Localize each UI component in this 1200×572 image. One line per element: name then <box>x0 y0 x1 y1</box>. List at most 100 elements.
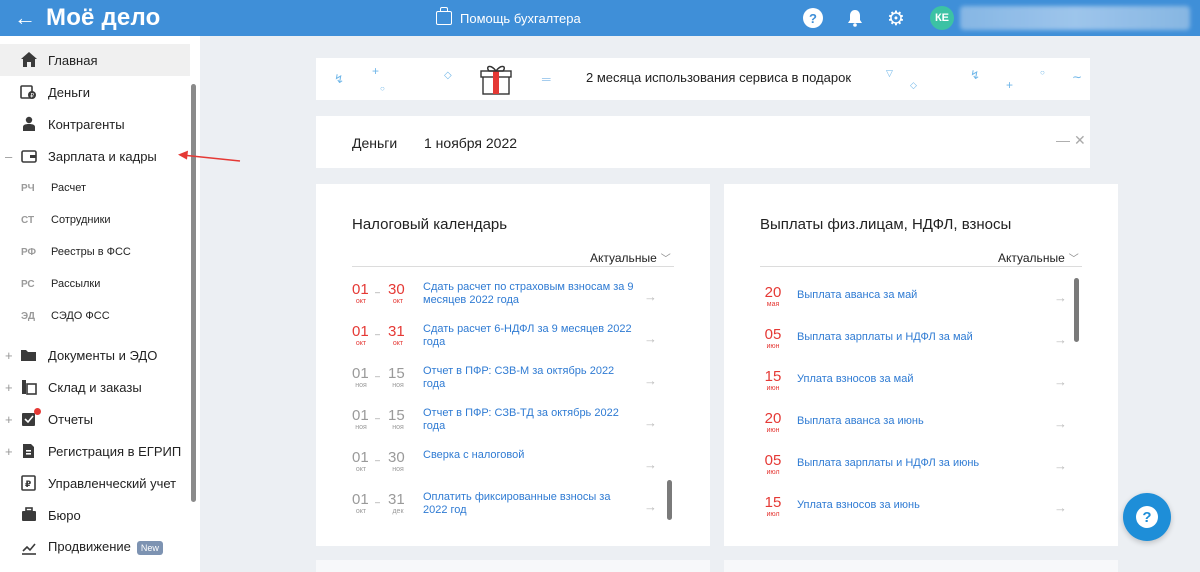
sidebar-subitem-fss-registers[interactable]: РФ Реестры в ФСС <box>0 236 190 268</box>
payment-month: июл <box>766 511 780 518</box>
calendar-scrollbar[interactable] <box>667 480 672 520</box>
user-name-blurred[interactable] <box>960 6 1190 30</box>
tax-calendar-row[interactable]: 01 окт –30 окт Сдать расчет по страховым взн… <box>352 281 682 323</box>
payment-link[interactable]: Выплата зарплаты и НДФЛ за июнь <box>797 457 1047 470</box>
sidebar-item-bureau[interactable]: Бюро <box>0 499 190 531</box>
minimize-icon[interactable]: — <box>1056 132 1070 148</box>
payment-day: 15 <box>764 368 782 385</box>
expand-toggle[interactable]: + <box>5 444 13 459</box>
sidebar-item-label: Бюро <box>48 507 81 523</box>
from-day: 01 <box>352 491 369 508</box>
arrow-left-icon[interactable]: ← <box>14 4 36 32</box>
help-fab-button[interactable]: ? <box>1123 493 1171 541</box>
payment-row[interactable]: 15 июн Уплата взносов за май → <box>760 368 1090 410</box>
next-widget-partial <box>316 560 710 572</box>
arrow-right-icon[interactable]: → <box>1054 374 1067 389</box>
arrow-right-icon[interactable]: → <box>644 331 657 346</box>
payment-row[interactable]: 05 июн Выплата зарплаты и НДФЛ за май → <box>760 326 1090 368</box>
sidebar-item-reports[interactable]: + Отчеты <box>0 403 190 435</box>
sidebar-item-salary[interactable]: – Зарплата и кадры <box>0 140 190 172</box>
payment-link[interactable]: Уплата взносов за июнь <box>797 499 1047 512</box>
chevron-down-icon: ﹀ <box>660 254 671 265</box>
expand-toggle[interactable]: + <box>5 348 13 363</box>
to-month: ноя <box>392 466 404 473</box>
money-title: Деньги <box>352 135 398 151</box>
tax-task-link[interactable]: Оплатить фиксированные взносы за 2022 го… <box>423 491 637 517</box>
sidebar-item-registration[interactable]: + Регистрация в ЕГРИП <box>0 435 190 467</box>
arrow-right-icon[interactable]: → <box>644 415 657 430</box>
sidebar-item-documents[interactable]: + Документы и ЭДО <box>0 339 190 371</box>
payment-month: июл <box>766 469 780 476</box>
promo-banner[interactable]: ↯ + ○ ◇ ═ 2 месяца использования сервиса… <box>316 58 1090 100</box>
payment-link[interactable]: Уплата взносов за май <box>797 373 1047 386</box>
sidebar-item-management-accounting[interactable]: ₽ Управленческий учет <box>0 467 190 499</box>
decor-lines-icon: ═ <box>542 72 551 86</box>
sidebar-subitem-sedo[interactable]: ЭД СЭДО ФСС <box>0 300 190 332</box>
sidebar-item-contractors[interactable]: Контрагенты <box>0 108 190 140</box>
registration-icon <box>20 442 37 459</box>
tax-task-link[interactable]: Отчет в ПФР: СЗВ-М за октябрь 2022 года <box>423 365 637 391</box>
avatar[interactable]: КЕ <box>930 6 954 30</box>
date-range: 01 окт –30 ноя <box>352 449 412 485</box>
tax-calendar-row[interactable]: 01 окт –31 окт Сдать расчет 6-НДФЛ за 9 меся… <box>352 323 682 365</box>
expand-toggle[interactable]: + <box>5 412 13 427</box>
payment-row[interactable]: 20 мая Выплата аванса за май → <box>760 284 1090 326</box>
payment-row[interactable]: 05 июл Выплата зарплаты и НДФЛ за июнь → <box>760 452 1090 494</box>
sidebar-item-home[interactable]: Главная <box>0 44 190 76</box>
sidebar-item-promotion[interactable]: Продвижение New <box>0 531 190 563</box>
subitem-abbr: ЭД <box>21 310 35 322</box>
arrow-right-icon[interactable]: → <box>644 499 657 514</box>
arrow-right-icon[interactable]: → <box>1054 416 1067 431</box>
collapse-toggle[interactable]: – <box>5 149 13 164</box>
payments-filter[interactable]: Актуальные ﹀ <box>998 250 1079 265</box>
contractors-icon <box>20 115 37 132</box>
tax-calendar-row[interactable]: 01 ноя –15 ноя Отчет в ПФР: СЗВ-ТД за октябр… <box>352 407 682 449</box>
payment-link[interactable]: Выплата аванса за май <box>797 289 1047 302</box>
question-icon[interactable]: ? <box>803 8 823 28</box>
new-badge: New <box>136 540 163 555</box>
arrow-right-icon[interactable]: → <box>1054 290 1067 305</box>
payment-day: 05 <box>764 452 782 469</box>
arrow-right-icon[interactable]: → <box>1054 458 1067 473</box>
gear-icon[interactable]: ⚙ <box>886 8 906 30</box>
tax-calendar-row[interactable]: 01 окт –31 дек Оплатить фиксированные взносы… <box>352 491 682 533</box>
arrow-right-icon[interactable]: → <box>1054 500 1067 515</box>
date-range: 01 окт –30 окт <box>352 281 412 317</box>
from-month: окт <box>355 340 367 347</box>
tax-task-link[interactable]: Отчет в ПФР: СЗВ-ТД за октябрь 2022 года <box>423 407 637 433</box>
tax-task-link[interactable]: Сверка с налоговой <box>423 449 637 462</box>
payment-link[interactable]: Выплата аванса за июнь <box>797 415 1047 428</box>
sidebar-item-money[interactable]: ₽ Деньги <box>0 76 190 108</box>
accountant-help-button[interactable]: Помощь бухгалтера <box>436 0 581 36</box>
arrow-right-icon[interactable]: → <box>644 457 657 472</box>
arrow-right-icon[interactable]: → <box>644 289 657 304</box>
tax-calendar-row[interactable]: 01 ноя –15 ноя Отчет в ПФР: СЗВ-М за октябрь… <box>352 365 682 407</box>
promo-text[interactable]: 2 месяца использования сервиса в подарок <box>586 70 851 85</box>
date-range: 01 окт –31 дек <box>352 491 412 527</box>
bell-icon[interactable] <box>845 8 865 28</box>
sidebar-subitem-employees[interactable]: СТ Сотрудники <box>0 204 190 236</box>
payment-row[interactable]: 15 июл Уплата взносов за июнь → <box>760 494 1090 536</box>
tax-task-link[interactable]: Сдать расчет по страховым взносам за 9 м… <box>423 281 637 307</box>
close-icon[interactable]: ✕ <box>1074 132 1086 149</box>
range-dash: – <box>375 497 381 507</box>
tax-calendar-filter[interactable]: Актуальные ﹀ <box>590 250 671 265</box>
tax-task-link[interactable]: Сдать расчет 6-НДФЛ за 9 месяцев 2022 го… <box>423 323 637 349</box>
chevron-down-icon: ﹀ <box>1068 254 1079 265</box>
payments-scrollbar[interactable] <box>1074 278 1079 342</box>
home-icon <box>20 51 37 68</box>
expand-toggle[interactable]: + <box>5 380 13 395</box>
sidebar-subitem-mailings[interactable]: РС Рассылки <box>0 268 190 300</box>
arrow-right-icon[interactable]: → <box>1054 332 1067 347</box>
app-logo[interactable]: Моё дело <box>46 4 160 32</box>
sidebar-item-warehouse[interactable]: + Склад и заказы <box>0 371 190 403</box>
payment-month: июн <box>766 343 780 350</box>
decor-plus-icon: + <box>372 64 380 78</box>
from-month: ноя <box>355 382 367 389</box>
tax-calendar-row[interactable]: 01 окт –30 ноя Сверка с налоговой → <box>352 449 682 491</box>
payment-row[interactable]: 20 июн Выплата аванса за июнь → <box>760 410 1090 452</box>
arrow-right-icon[interactable]: → <box>644 373 657 388</box>
payment-link[interactable]: Выплата зарплаты и НДФЛ за май <box>797 331 1047 344</box>
promotion-label: Продвижение <box>48 539 131 555</box>
sidebar-subitem-calculation[interactable]: РЧ Расчет <box>0 172 190 204</box>
